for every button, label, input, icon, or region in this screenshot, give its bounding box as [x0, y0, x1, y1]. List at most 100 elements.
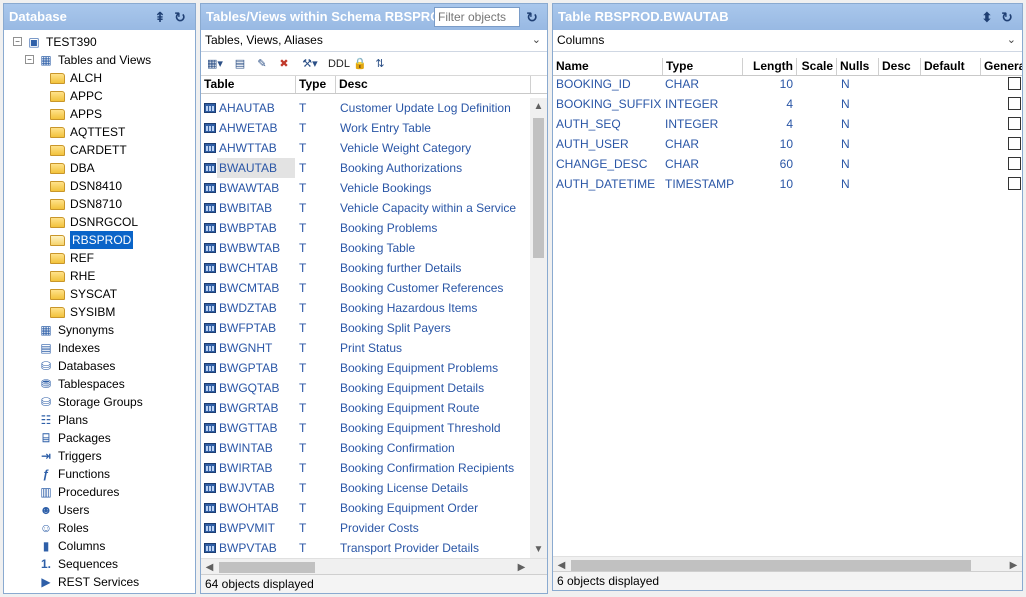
- collapse-icon[interactable]: −: [13, 37, 22, 46]
- table-name-cell[interactable]: BWCMTAB: [217, 278, 295, 298]
- refresh-icon[interactable]: ↻: [998, 8, 1016, 26]
- col-header-length[interactable]: Length: [743, 58, 797, 75]
- generated-checkbox[interactable]: [1008, 97, 1021, 110]
- table-name-cell[interactable]: BWAWTAB: [217, 178, 295, 198]
- tree-node-indexes[interactable]: ▤ Indexes: [4, 339, 195, 357]
- drop-table-icon[interactable]: ✖: [275, 56, 293, 72]
- tree-node-synonyms[interactable]: ▦ Synonyms: [4, 321, 195, 339]
- tree-node-schema-appc[interactable]: APPC: [4, 87, 195, 105]
- table-name-cell[interactable]: BWINTAB: [217, 438, 295, 458]
- table-row[interactable]: BWINTAB T Booking Confirmation: [201, 438, 531, 458]
- column-row[interactable]: AUTH_USER CHAR 10 N: [553, 134, 1022, 154]
- tree-node-schema-cardett[interactable]: CARDETT: [4, 141, 195, 159]
- table-name-cell[interactable]: BWIRTAB: [217, 458, 295, 478]
- tree-node-tables-and-views[interactable]: − ▦ Tables and Views: [4, 51, 195, 69]
- table-name-cell[interactable]: BWBPTAB: [217, 218, 295, 238]
- lock-icon[interactable]: 🔒: [351, 56, 369, 72]
- tree-node-databases[interactable]: ⛁ Databases: [4, 357, 195, 375]
- table-name-cell[interactable]: BWDZTAB: [217, 298, 295, 318]
- tree-node-schema-aqttest[interactable]: AQTTEST: [4, 123, 195, 141]
- scroll-down-icon[interactable]: ▼: [530, 541, 547, 558]
- tree-node-schema-rbsprod[interactable]: RBSPROD: [4, 231, 195, 249]
- tree-node-users[interactable]: ☻ Users: [4, 501, 195, 519]
- detail-view-select[interactable]: Columns ⌄: [553, 30, 1022, 52]
- generated-checkbox[interactable]: [1008, 177, 1021, 190]
- table-name-cell[interactable]: BWGQTAB: [217, 378, 295, 398]
- tree-node-test390[interactable]: − ▣ TEST390: [4, 33, 195, 51]
- table-row[interactable]: BWDZTAB T Booking Hazardous Items: [201, 298, 531, 318]
- tree-node-rest-services[interactable]: ▶ REST Services: [4, 573, 195, 591]
- col-header-nulls[interactable]: Nulls: [837, 58, 879, 75]
- table-name-cell[interactable]: BWBWTAB: [217, 238, 295, 258]
- generated-checkbox[interactable]: [1008, 157, 1021, 170]
- table-name-cell[interactable]: BWGTTAB: [217, 418, 295, 438]
- col-header-type[interactable]: Type: [663, 58, 743, 75]
- tree-node-schema-apps[interactable]: APPS: [4, 105, 195, 123]
- column-row[interactable]: BOOKING_ID CHAR 10 N: [553, 74, 1022, 94]
- table-row[interactable]: BWBWTAB T Booking Table: [201, 238, 531, 258]
- refresh-icon[interactable]: ↻: [523, 8, 541, 26]
- table-name-cell[interactable]: AHAUTAB: [217, 98, 295, 118]
- tree-node-schema-syscat[interactable]: SYSCAT: [4, 285, 195, 303]
- compare-icon[interactable]: ⇅: [371, 56, 389, 72]
- table-name-cell[interactable]: BWFPTAB: [217, 318, 295, 338]
- new-object-icon[interactable]: ▦▾: [204, 56, 226, 72]
- table-name-cell[interactable]: BWAUTAB: [217, 158, 295, 178]
- table-name-cell[interactable]: BWOHTAB: [217, 498, 295, 518]
- refresh-icon[interactable]: ↻: [171, 8, 189, 26]
- tree-node-functions[interactable]: ƒ Functions: [4, 465, 195, 483]
- table-row[interactable]: BWPVTAB T Transport Provider Details: [201, 538, 531, 558]
- tree-node-triggers[interactable]: ⇥ Triggers: [4, 447, 195, 465]
- col-header-generated[interactable]: Genera: [981, 58, 1022, 75]
- table-row[interactable]: BWBITAB T Vehicle Capacity within a Servic…: [201, 198, 531, 218]
- col-header-desc[interactable]: Desc: [879, 58, 921, 75]
- tree-node-schema-sysibm[interactable]: SYSIBM: [4, 303, 195, 321]
- table-row[interactable]: BWOHTAB T Booking Equipment Order: [201, 498, 531, 518]
- tables-vertical-scrollbar[interactable]: ▲ ▼: [530, 98, 547, 558]
- table-row[interactable]: BWAWTAB T Vehicle Bookings: [201, 178, 531, 198]
- table-row[interactable]: BWIRTAB T Booking Confirmation Recipients: [201, 458, 531, 478]
- tree-node-columns[interactable]: ▮ Columns: [4, 537, 195, 555]
- column-row[interactable]: BOOKING_SUFFIX INTEGER 4 N: [553, 94, 1022, 114]
- table-name-cell[interactable]: BWJVTAB: [217, 478, 295, 498]
- columns-hscroll-thumb[interactable]: [571, 560, 971, 571]
- generated-checkbox[interactable]: [1008, 117, 1021, 130]
- tree-node-schema-dsn8710[interactable]: DSN8710: [4, 195, 195, 213]
- tools-menu-icon[interactable]: ⚒▾: [297, 56, 323, 72]
- table-row[interactable]: BWCMTAB T Booking Customer References: [201, 278, 531, 298]
- table-name-cell[interactable]: BWBITAB: [217, 198, 295, 218]
- collapse-icon[interactable]: −: [25, 55, 34, 64]
- tables-hscroll-thumb[interactable]: [219, 562, 315, 573]
- col-header-default[interactable]: Default: [921, 58, 981, 75]
- table-name-cell[interactable]: BWCHTAB: [217, 258, 295, 278]
- table-name-cell[interactable]: AHWTTAB: [217, 138, 295, 158]
- table-name-cell[interactable]: BWPVTAB: [217, 538, 295, 558]
- table-row[interactable]: BWGPTAB T Booking Equipment Problems: [201, 358, 531, 378]
- table-row[interactable]: BWGRTAB T Booking Equipment Route: [201, 398, 531, 418]
- properties-icon[interactable]: ▤: [231, 56, 249, 72]
- scroll-up-icon[interactable]: ▲: [530, 98, 547, 115]
- table-row[interactable]: AHAUTAB T Customer Update Log Definition: [201, 98, 531, 118]
- object-type-select[interactable]: Tables, Views, Aliases ⌄: [201, 30, 547, 52]
- table-row[interactable]: BWFPTAB T Booking Split Payers: [201, 318, 531, 338]
- collapse-all-icon[interactable]: ⇞: [151, 8, 169, 26]
- col-header-name[interactable]: Name: [553, 58, 663, 75]
- column-row[interactable]: CHANGE_DESC CHAR 60 N: [553, 154, 1022, 174]
- tree-node-procedures[interactable]: ▥ Procedures: [4, 483, 195, 501]
- tree-node-schema-dsn8410[interactable]: DSN8410: [4, 177, 195, 195]
- tree-node-tablespaces[interactable]: ⛃ Tablespaces: [4, 375, 195, 393]
- col-header-scale[interactable]: Scale: [797, 58, 837, 75]
- tables-horizontal-scrollbar[interactable]: ◀ ▶: [201, 558, 547, 575]
- tree-node-schema-dba[interactable]: DBA: [4, 159, 195, 177]
- edit-table-icon[interactable]: ✎: [253, 56, 271, 72]
- column-row[interactable]: AUTH_SEQ INTEGER 4 N: [553, 114, 1022, 134]
- tree-node-plans[interactable]: ☷ Plans: [4, 411, 195, 429]
- filter-objects-input[interactable]: [434, 7, 520, 27]
- table-name-cell[interactable]: BWGRTAB: [217, 398, 295, 418]
- tree-node-schema-dsnrgcol[interactable]: DSNRGCOL: [4, 213, 195, 231]
- table-row[interactable]: BWBPTAB T Booking Problems: [201, 218, 531, 238]
- generated-checkbox[interactable]: [1008, 137, 1021, 150]
- generated-checkbox[interactable]: [1008, 77, 1021, 90]
- table-row[interactable]: BWPVMIT T Provider Costs: [201, 518, 531, 538]
- tree-node-sequences[interactable]: 1. Sequences: [4, 555, 195, 573]
